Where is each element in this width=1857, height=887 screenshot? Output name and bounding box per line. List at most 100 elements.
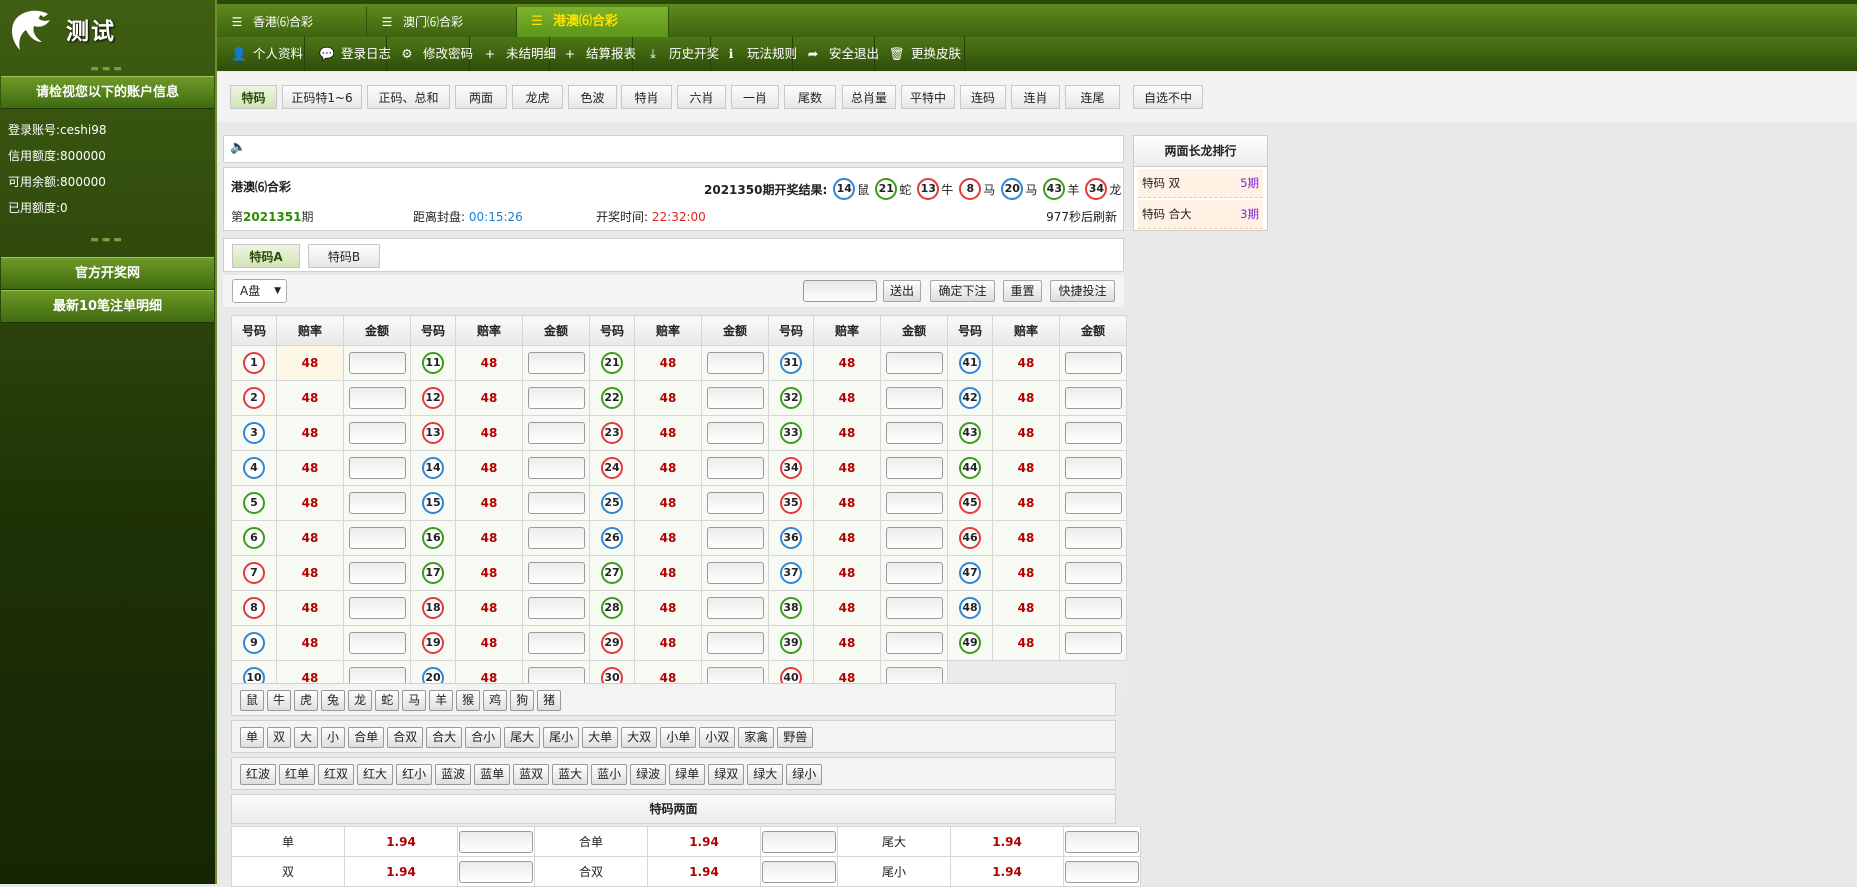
- amount-input[interactable]: [706, 492, 764, 514]
- amount-input[interactable]: [1065, 830, 1139, 853]
- color-button[interactable]: 红双: [318, 764, 355, 785]
- menu-item-8[interactable]: 🗑 更换皮肤: [875, 37, 965, 71]
- category-tab-4[interactable]: 龙虎: [512, 85, 563, 109]
- amount-input[interactable]: [803, 280, 877, 302]
- quick-bet-button[interactable]: 快捷投注: [1050, 280, 1115, 302]
- amount-input[interactable]: [527, 352, 585, 374]
- attribute-button[interactable]: 合双: [387, 727, 424, 748]
- amount-input[interactable]: [348, 457, 406, 479]
- menu-item-1[interactable]: 💬 登录日志: [305, 37, 391, 71]
- color-button[interactable]: 红小: [396, 764, 433, 785]
- attribute-button[interactable]: 小: [321, 727, 346, 748]
- category-tab-12[interactable]: 连码: [960, 85, 1006, 109]
- zodiac-button[interactable]: 猪: [537, 690, 562, 711]
- amount-input[interactable]: [348, 562, 406, 584]
- color-button[interactable]: 绿单: [669, 764, 706, 785]
- amount-input[interactable]: [885, 387, 943, 409]
- tab-tema-a[interactable]: 特码A: [232, 244, 300, 268]
- amount-input[interactable]: [527, 562, 585, 584]
- category-tab-13[interactable]: 连肖: [1011, 85, 1060, 109]
- zodiac-button[interactable]: 狗: [510, 690, 535, 711]
- confirm-bet-button[interactable]: 确定下注: [930, 280, 995, 302]
- attribute-button[interactable]: 小双: [699, 727, 736, 748]
- menu-item-7[interactable]: ➦ 安全退出: [793, 37, 879, 71]
- amount-input[interactable]: [1064, 387, 1122, 409]
- color-button[interactable]: 绿双: [708, 764, 745, 785]
- amount-input[interactable]: [527, 597, 585, 619]
- amount-input[interactable]: [527, 632, 585, 654]
- attribute-button[interactable]: 小单: [660, 727, 697, 748]
- color-button[interactable]: 蓝双: [513, 764, 550, 785]
- category-tab-1[interactable]: 正码特1~6: [282, 85, 362, 109]
- amount-input[interactable]: [706, 632, 764, 654]
- amount-input[interactable]: [706, 352, 764, 374]
- refresh-countdown[interactable]: 977秒后刷新: [1046, 208, 1117, 225]
- menu-item-2[interactable]: ⚙ 修改密码: [387, 37, 473, 71]
- category-tab-10[interactable]: 总肖量: [842, 85, 896, 109]
- amount-input[interactable]: [885, 352, 943, 374]
- color-button[interactable]: 蓝大: [552, 764, 589, 785]
- attribute-button[interactable]: 单: [240, 727, 265, 748]
- amount-input[interactable]: [762, 830, 836, 853]
- category-tab-11[interactable]: 平特中: [901, 85, 955, 109]
- color-button[interactable]: 蓝波: [435, 764, 472, 785]
- amount-input[interactable]: [706, 597, 764, 619]
- color-button[interactable]: 红单: [279, 764, 316, 785]
- category-tab-6[interactable]: 特肖: [621, 85, 672, 109]
- color-button[interactable]: 蓝小: [591, 764, 628, 785]
- attribute-button[interactable]: 野兽: [777, 727, 814, 748]
- zodiac-button[interactable]: 鼠: [240, 690, 265, 711]
- tab-tema-b[interactable]: 特码B: [308, 244, 380, 268]
- category-tab-15[interactable]: 自选不中: [1133, 85, 1203, 109]
- amount-input[interactable]: [527, 457, 585, 479]
- menu-item-4[interactable]: + 结算报表: [550, 37, 636, 71]
- color-button[interactable]: 绿波: [630, 764, 667, 785]
- tab-hongkong[interactable]: ☰ 香港⑹合彩: [217, 7, 367, 37]
- amount-input[interactable]: [1064, 352, 1122, 374]
- zodiac-button[interactable]: 龙: [348, 690, 373, 711]
- amount-input[interactable]: [706, 562, 764, 584]
- amount-input[interactable]: [459, 860, 533, 883]
- zodiac-button[interactable]: 兔: [321, 690, 346, 711]
- color-button[interactable]: 蓝单: [474, 764, 511, 785]
- category-tab-2[interactable]: 正码、总和: [367, 85, 450, 109]
- menu-item-5[interactable]: ⤓ 历史开奖: [633, 37, 719, 71]
- amount-input[interactable]: [885, 562, 943, 584]
- category-tab-0[interactable]: 特码: [230, 85, 277, 109]
- zodiac-button[interactable]: 鸡: [483, 690, 508, 711]
- amount-input[interactable]: [706, 422, 764, 444]
- color-button[interactable]: 红大: [357, 764, 394, 785]
- zodiac-button[interactable]: 牛: [267, 690, 292, 711]
- zodiac-button[interactable]: 猴: [456, 690, 481, 711]
- plate-select[interactable]: A盘 ▼: [232, 279, 287, 303]
- amount-input[interactable]: [348, 387, 406, 409]
- zodiac-button[interactable]: 羊: [429, 690, 454, 711]
- amount-input[interactable]: [1064, 632, 1122, 654]
- attribute-button[interactable]: 大双: [621, 727, 658, 748]
- amount-input[interactable]: [762, 860, 836, 883]
- amount-input[interactable]: [348, 527, 406, 549]
- color-button[interactable]: 绿大: [747, 764, 784, 785]
- category-tab-5[interactable]: 色波: [568, 85, 617, 109]
- attribute-button[interactable]: 双: [267, 727, 292, 748]
- attribute-button[interactable]: 尾小: [543, 727, 580, 748]
- category-tab-7[interactable]: 六肖: [677, 85, 726, 109]
- amount-input[interactable]: [348, 422, 406, 444]
- amount-input[interactable]: [885, 492, 943, 514]
- category-tab-8[interactable]: 一肖: [731, 85, 779, 109]
- amount-input[interactable]: [885, 457, 943, 479]
- amount-input[interactable]: [1064, 562, 1122, 584]
- color-button[interactable]: 绿小: [786, 764, 823, 785]
- send-button[interactable]: 送出: [883, 280, 921, 302]
- category-tab-3[interactable]: 两面: [455, 85, 507, 109]
- amount-input[interactable]: [885, 422, 943, 444]
- amount-input[interactable]: [885, 527, 943, 549]
- amount-input[interactable]: [1065, 860, 1139, 883]
- amount-input[interactable]: [885, 597, 943, 619]
- attribute-button[interactable]: 合大: [426, 727, 463, 748]
- amount-input[interactable]: [706, 457, 764, 479]
- reset-button[interactable]: 重置: [1003, 280, 1042, 302]
- category-tab-9[interactable]: 尾数: [784, 85, 836, 109]
- attribute-button[interactable]: 合单: [348, 727, 385, 748]
- amount-input[interactable]: [348, 352, 406, 374]
